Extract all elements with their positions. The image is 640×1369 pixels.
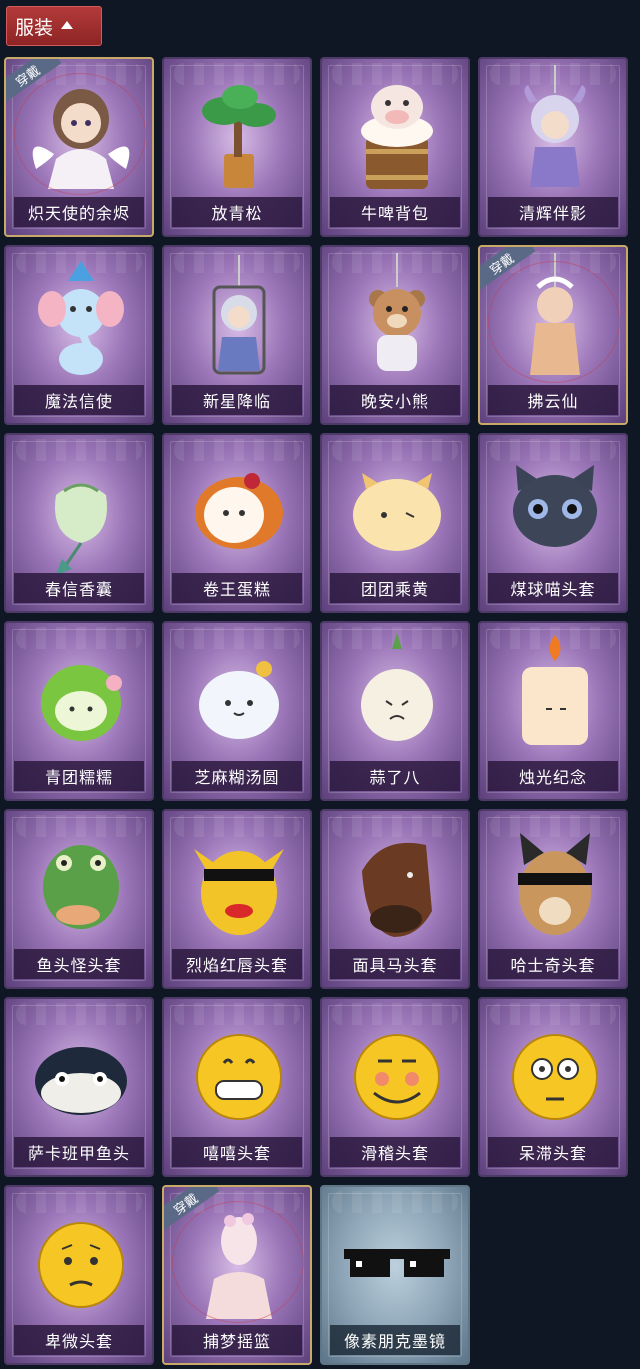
item-name: 晚安小熊 [330, 385, 460, 415]
item-card[interactable]: 蒜了八 [320, 621, 470, 801]
costume-toggle-button[interactable]: 服装 [6, 6, 102, 46]
roll-cake-icon [195, 473, 283, 549]
moon-spirit-figure-icon [524, 65, 586, 187]
item-card[interactable]: 魔法信使 [4, 245, 154, 425]
item-card[interactable]: 嘻嘻头套 [162, 997, 312, 1177]
item-name: 清辉伴影 [488, 197, 618, 227]
husky-head-icon [518, 833, 592, 935]
item-card[interactable]: 萨卡班甲鱼头 [4, 997, 154, 1177]
item-name: 魔法信使 [14, 385, 144, 415]
item-name: 萨卡班甲鱼头 [14, 1137, 144, 1167]
funny-emoji-icon [354, 1034, 440, 1120]
item-name: 烈焰红唇头套 [172, 949, 302, 979]
sachet-pouch-icon [55, 483, 107, 575]
item-card[interactable]: 滑稽头套 [320, 997, 470, 1177]
item-card[interactable]: 放青松 [162, 57, 312, 237]
pixel-sunglasses-icon [344, 1249, 450, 1277]
rice-ball-icon [199, 661, 279, 739]
item-card[interactable]: 像素朋克墨镜 [320, 1185, 470, 1365]
sacabambaspis-head-icon [35, 1047, 127, 1115]
item-grid: 穿戴 炽天使的余烬 放青松 牛啤背包 清辉伴影 魔法信使 新星降临 晚安小熊 穿… [4, 57, 628, 1365]
black-cat-head-icon [513, 465, 597, 547]
item-card[interactable]: 呆滞头套 [478, 997, 628, 1177]
equipped-ring [172, 1201, 304, 1323]
item-name: 青团糯糯 [14, 761, 144, 791]
item-name: 面具马头套 [330, 949, 460, 979]
item-card[interactable]: 春信香囊 [4, 433, 154, 613]
horse-head-icon [362, 842, 432, 937]
bonsai-pine-icon [202, 85, 276, 188]
item-card[interactable]: 晚安小熊 [320, 245, 470, 425]
item-card[interactable]: 青团糯糯 [4, 621, 154, 801]
pikachu-mask-icon [194, 849, 284, 935]
item-card[interactable]: 面具马头套 [320, 809, 470, 989]
item-name: 煤球喵头套 [488, 573, 618, 603]
item-name: 卑微头套 [14, 1325, 144, 1355]
item-card[interactable]: 煤球喵头套 [478, 433, 628, 613]
item-name: 嘻嘻头套 [172, 1137, 302, 1167]
item-name: 团团乘黄 [330, 573, 460, 603]
item-name: 春信香囊 [14, 573, 144, 603]
item-name: 卷王蛋糕 [172, 573, 302, 603]
item-name: 拂云仙 [488, 385, 618, 415]
garlic-icon [361, 633, 433, 741]
item-card[interactable]: 穿戴 炽天使的余烬 [4, 57, 154, 237]
item-name: 蒜了八 [330, 761, 460, 791]
item-card[interactable]: 卷王蛋糕 [162, 433, 312, 613]
item-card[interactable]: 哈士奇头套 [478, 809, 628, 989]
elephant-mage-icon [38, 261, 124, 375]
item-name: 像素朋克墨镜 [330, 1325, 460, 1355]
item-name: 炽天使的余烬 [14, 197, 144, 227]
grin-emoji-icon [196, 1034, 282, 1120]
item-card[interactable]: 牛啤背包 [320, 57, 470, 237]
item-name: 呆滞头套 [488, 1137, 618, 1167]
item-card[interactable]: 烛光纪念 [478, 621, 628, 801]
cat-bun-icon [353, 473, 441, 551]
chevron-up-icon [61, 21, 74, 29]
item-card[interactable]: 芝麻糊汤圆 [162, 621, 312, 801]
item-name: 鱼头怪头套 [14, 949, 144, 979]
item-card[interactable]: 穿戴 拂云仙 [478, 245, 628, 425]
pleading-emoji-icon [38, 1222, 124, 1308]
item-card[interactable]: 团团乘黄 [320, 433, 470, 613]
fish-head-icon [43, 845, 119, 929]
equipped-ring [14, 73, 146, 195]
item-name: 牛啤背包 [330, 197, 460, 227]
item-card[interactable]: 鱼头怪头套 [4, 809, 154, 989]
item-card[interactable]: 清辉伴影 [478, 57, 628, 237]
item-name: 烛光纪念 [488, 761, 618, 791]
item-card[interactable]: 新星降临 [162, 245, 312, 425]
green-dumpling-icon [41, 665, 122, 741]
costume-toggle-label: 服装 [15, 16, 54, 39]
item-name: 新星降临 [172, 385, 302, 415]
teddy-bear-icon [369, 253, 425, 371]
equipped-ring [488, 261, 620, 383]
item-card[interactable]: 穿戴 捕梦摇篮 [162, 1185, 312, 1365]
item-name: 哈士奇头套 [488, 949, 618, 979]
keychain-figure-icon [212, 255, 266, 375]
item-name: 芝麻糊汤圆 [172, 761, 302, 791]
item-card[interactable]: 卑微头套 [4, 1185, 154, 1365]
item-name: 放青松 [172, 197, 302, 227]
item-name: 滑稽头套 [330, 1137, 460, 1167]
item-name: 捕梦摇篮 [172, 1325, 302, 1355]
stunned-emoji-icon [512, 1034, 598, 1120]
candle-icon [522, 635, 588, 745]
item-card[interactable]: 烈焰红唇头套 [162, 809, 312, 989]
cow-beer-barrel-icon [361, 85, 433, 189]
